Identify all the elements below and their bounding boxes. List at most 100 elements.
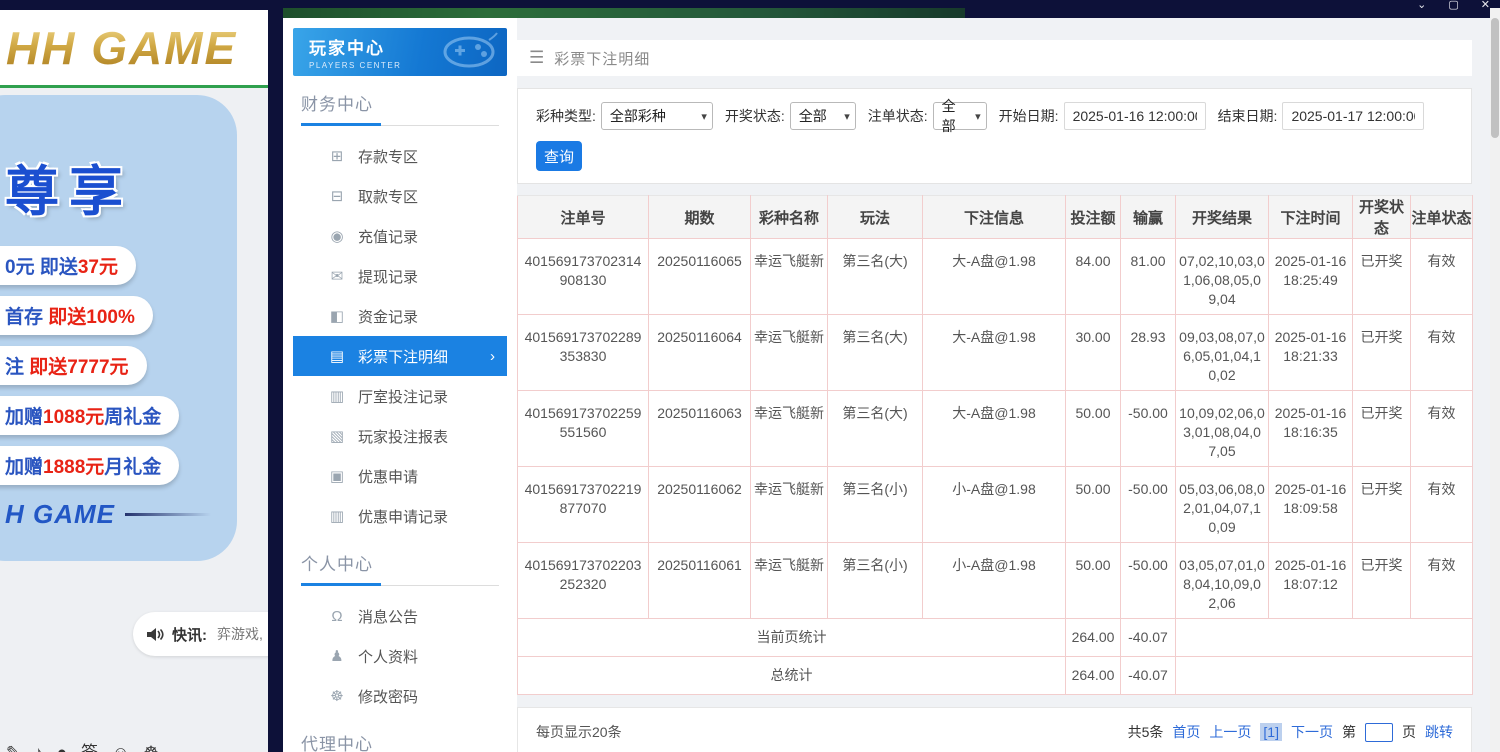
promo-pill-text: 1088元: [43, 407, 104, 428]
cell: 2025-01-16 18:07:12: [1269, 543, 1353, 619]
cell: 2025-01-16 18:21:33: [1269, 315, 1353, 391]
news-ticker[interactable]: 快讯: 弈游戏,: [133, 612, 268, 656]
brand-logo[interactable]: HH GAME: [6, 21, 237, 75]
lottery-type-select[interactable]: 全部彩种 ▾: [601, 102, 713, 130]
table-row: 40156917370220325232020250116061幸运飞艇新第三名…: [518, 543, 1473, 619]
promo-pill-text: 1888元: [43, 457, 104, 478]
sidebar-item-label: 玩家投注报表: [293, 426, 448, 447]
sidebar-item-hall-bet-record[interactable]: ▥厅室投注记录: [293, 376, 507, 416]
player-bet-report-icon: ▧: [327, 427, 347, 445]
sidebar-section-title: 财务中心: [301, 90, 499, 115]
column-header: 投注额: [1066, 196, 1121, 239]
promo-pill-text: 即送100%: [48, 307, 135, 328]
bottom-taskbar-icons: ✎♪●签☺☸: [6, 738, 173, 752]
pagination-controls: 共5条 首页 上一页 [1] 下一页 第 页 跳转: [1119, 722, 1453, 742]
summary-row: 当前页统计264.00-40.07: [518, 619, 1473, 657]
page-scrollbar[interactable]: [1490, 8, 1500, 752]
promo-pill[interactable]: 加赠1088元周礼金: [0, 396, 179, 435]
sidebar-item-profile[interactable]: ♟个人资料: [293, 636, 507, 676]
column-header: 期数: [649, 196, 751, 239]
summary-win-lose: -40.07: [1121, 619, 1176, 657]
start-date-input[interactable]: [1064, 102, 1206, 130]
per-page-label: 每页显示20条: [536, 722, 622, 742]
lottery-type-value: 全部彩种: [610, 106, 666, 126]
sidebar-item-funds-record[interactable]: ◧资金记录: [293, 296, 507, 336]
sidebar-item-label: 个人资料: [293, 646, 418, 667]
page: ⌄▢✕ HH GAME 尊享 0元 即送37元首存 即送100%注 即送7777…: [0, 0, 1500, 752]
sidebar-section-underline: [301, 583, 499, 586]
jump-link[interactable]: 跳转: [1425, 722, 1453, 742]
cell: 20250116062: [649, 467, 751, 543]
sidebar-item-promo-apply[interactable]: ▣优惠申请: [293, 456, 507, 496]
cell: 401569173702259551560: [518, 391, 649, 467]
prev-page-link[interactable]: 上一页: [1209, 722, 1251, 742]
minimize-icon[interactable]: ⌄: [1417, 0, 1426, 11]
column-header: 注单号: [518, 196, 649, 239]
promo-pill-text: 加赠: [5, 457, 43, 478]
deposit-icon: ⊞: [327, 147, 347, 165]
speaker-icon: [147, 627, 164, 642]
promo-pill-text: 首存: [5, 307, 48, 328]
sidebar-item-password[interactable]: ☸修改密码: [293, 676, 507, 716]
cell: 有效: [1411, 239, 1473, 315]
page-title: 彩票下注明细: [554, 48, 650, 69]
cell: 28.93: [1121, 315, 1176, 391]
cell: 幸运飞艇新: [751, 239, 828, 315]
summary-empty: [1176, 657, 1473, 695]
column-header: 注单状态: [1411, 196, 1473, 239]
sidebar-item-player-bet-report[interactable]: ▧玩家投注报表: [293, 416, 507, 456]
sidebar-item-withdraw[interactable]: ⊟取款专区: [293, 176, 507, 216]
promo-footer: H GAME: [5, 499, 237, 530]
menu-toggle-icon[interactable]: ☰: [529, 48, 544, 68]
close-icon[interactable]: ✕: [1481, 0, 1490, 11]
sidebar-section-underline: [301, 123, 499, 126]
sidebar-item-recharge-record[interactable]: ◉充值记录: [293, 216, 507, 256]
promo-pill[interactable]: 首存 即送100%: [0, 296, 153, 335]
order-status-select[interactable]: 全部 ▾: [933, 102, 987, 130]
summary-label: 总统计: [518, 657, 1066, 695]
first-page-link[interactable]: 首页: [1172, 722, 1200, 742]
scrollbar-thumb[interactable]: [1491, 18, 1499, 138]
next-page-link[interactable]: 下一页: [1291, 722, 1333, 742]
sidebar-item-deposit[interactable]: ⊞存款专区: [293, 136, 507, 176]
promo-banner[interactable]: 尊享 0元 即送37元首存 即送100%注 即送7777元加赠1088元周礼金加…: [0, 95, 237, 561]
search-button[interactable]: 查询: [536, 141, 582, 171]
page-jump-input[interactable]: [1365, 723, 1393, 742]
cell: 第三名(大): [828, 239, 923, 315]
cell: 05,03,06,08,02,01,04,07,10,09: [1176, 467, 1269, 543]
sidebar-item-promo-apply-record[interactable]: ▥优惠申请记录: [293, 496, 507, 536]
cell: 有效: [1411, 315, 1473, 391]
maximize-icon[interactable]: ▢: [1448, 0, 1458, 11]
sidebar-sections: 财务中心⊞存款专区⊟取款专区◉充值记录✉提现记录◧资金记录▤彩票下注明细›▥厅室…: [283, 90, 517, 752]
promo-pill[interactable]: 注 即送7777元: [0, 346, 147, 385]
promo-pill[interactable]: 0元 即送37元: [0, 246, 136, 285]
gamepad-icon: [429, 32, 499, 72]
cell: 20250116063: [649, 391, 751, 467]
promo-pill[interactable]: 加赠1888元月礼金: [0, 446, 179, 485]
bet-detail-table: 注单号期数彩种名称玩法下注信息投注额输赢开奖结果下注时间开奖状态注单状态4015…: [517, 195, 1473, 695]
cell: 幸运飞艇新: [751, 315, 828, 391]
sidebar-item-withdraw-record[interactable]: ✉提现记录: [293, 256, 507, 296]
promo-apply-record-icon: ▥: [327, 507, 347, 525]
column-header: 输赢: [1121, 196, 1176, 239]
cell: 有效: [1411, 391, 1473, 467]
cell: 07,02,10,03,01,06,08,05,09,04: [1176, 239, 1269, 315]
sidebar-item-label: 厅室投注记录: [293, 386, 448, 407]
sidebar-item-label: 存款专区: [293, 146, 418, 167]
sidebar-item-label: 充值记录: [293, 226, 418, 247]
table-row: 40156917370225955156020250116063幸运飞艇新第三名…: [518, 391, 1473, 467]
sidebar-item-message[interactable]: Ω消息公告: [293, 596, 507, 636]
current-page-badge[interactable]: [1]: [1260, 723, 1282, 741]
draw-status-select[interactable]: 全部 ▾: [790, 102, 856, 130]
password-icon: ☸: [327, 687, 347, 705]
sidebar-item-label: 取款专区: [293, 186, 418, 207]
hall-bet-record-icon: ▥: [327, 387, 347, 405]
sidebar-item-lottery-bet-detail[interactable]: ▤彩票下注明细›: [293, 336, 507, 376]
cell: 81.00: [1121, 239, 1176, 315]
cell: 已开奖: [1353, 391, 1411, 467]
column-header: 开奖结果: [1176, 196, 1269, 239]
end-date-input[interactable]: [1282, 102, 1424, 130]
summary-bet-total: 264.00: [1066, 657, 1121, 695]
cell: 已开奖: [1353, 467, 1411, 543]
cell: 第三名(大): [828, 391, 923, 467]
